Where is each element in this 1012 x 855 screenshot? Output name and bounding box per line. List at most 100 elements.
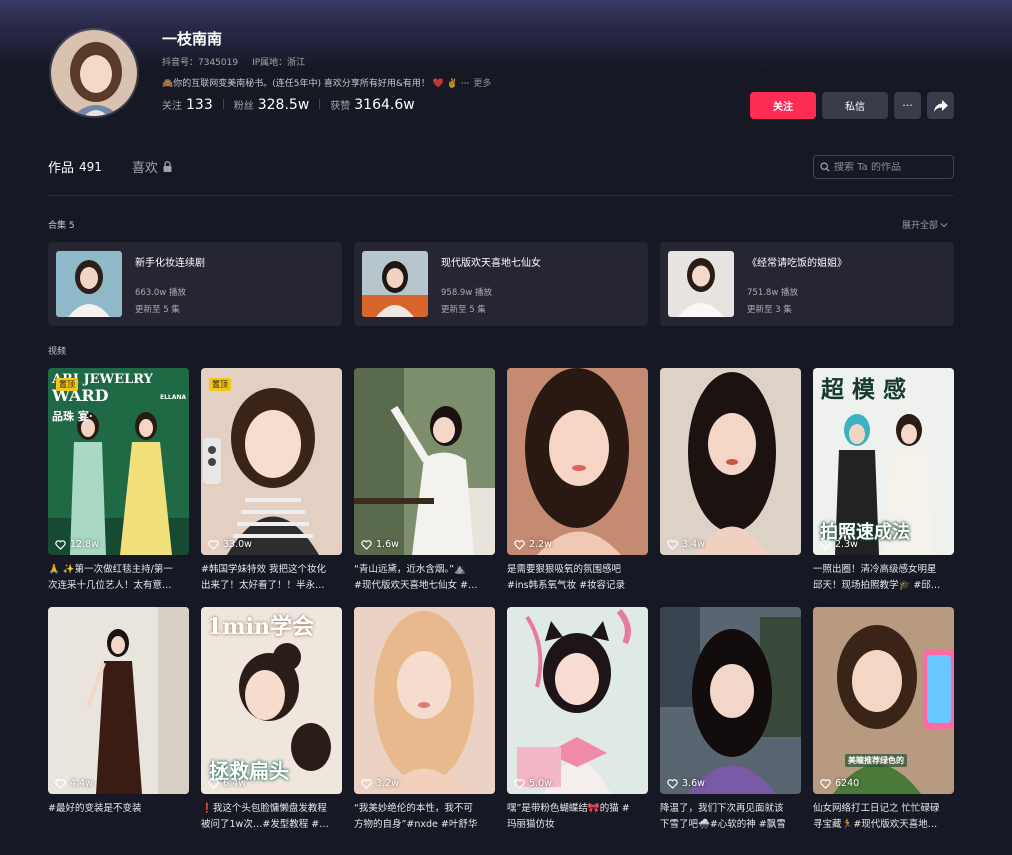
video-thumbnail: 3.2w xyxy=(354,607,495,794)
video-caption: #最好的变装是不变装 xyxy=(48,803,142,814)
like-count-value: 2.2w xyxy=(529,539,552,550)
video-grid: ARI JEWELRY WARD 品珠 宴· ELLANA 置顶 12.8w 🙏… xyxy=(48,368,954,833)
share-icon xyxy=(933,99,948,112)
bio-more-link[interactable]: 更多 xyxy=(473,76,491,89)
collection-item[interactable]: 《经常请吃饭的姐姐》 751.8w 播放 更新至 3 集 xyxy=(660,242,954,326)
avatar[interactable] xyxy=(49,28,139,118)
like-count: 12.8w xyxy=(55,539,99,550)
video-caption: 仙女网络打工日记之 忙忙碌碌 寻宝藏🏃#现代版欢天喜地… xyxy=(813,803,940,830)
collection-item[interactable]: 新手化妆连续剧 663.0w 播放 更新至 5 集 xyxy=(48,242,342,326)
likes-count: 3164.6w xyxy=(354,97,415,113)
followers-count: 328.5w xyxy=(257,97,310,113)
video-card[interactable]: 1.6w “青山远黛，近水含烟。”⛰️ #现代版欢天喜地七仙女 #… xyxy=(354,368,495,594)
like-count-value: 2.3w xyxy=(835,539,858,550)
video-card[interactable]: 4.4w #最好的变装是不变装 xyxy=(48,607,189,833)
like-count-value: 3.2w xyxy=(376,778,399,789)
like-count-value: 1.6w xyxy=(376,539,399,550)
video-thumbnail: 美瞳推荐绿色的 6240 xyxy=(813,607,954,794)
collection-thumbnail xyxy=(668,251,734,317)
likes-label: 获赞 xyxy=(330,101,351,112)
more-options-button[interactable]: ··· xyxy=(894,92,921,119)
heart-icon xyxy=(667,539,678,550)
video-card[interactable]: 5.0w 嘿”是带粉色蝴蝶结🎀的猫 # 玛丽猫仿妆 xyxy=(507,607,648,833)
message-button[interactable]: 私信 xyxy=(822,92,888,119)
video-thumbnail: 3.4w xyxy=(660,368,801,555)
heart-icon xyxy=(514,539,525,550)
pinned-badge: 置顶 xyxy=(209,378,231,391)
expand-all-button[interactable]: 展开全部 xyxy=(902,218,948,231)
video-caption: “我美妙绝伦的本性，我不可 方物的自身”#nxde #叶舒华 xyxy=(354,803,478,830)
video-card[interactable]: 超 模 感 拍照速成法 2.3w 一照出圈！清冷高级感女明星 邱天！现场拍照教学… xyxy=(813,368,954,594)
video-thumbnail: 1.6w xyxy=(354,368,495,555)
profile-meta: 抖音号：7345019 IP属地：浙江 xyxy=(162,55,305,68)
video-card[interactable]: 3.4w xyxy=(660,368,801,594)
like-count-value: 12.8w xyxy=(70,539,99,550)
video-caption xyxy=(660,562,801,594)
heart-icon xyxy=(361,778,372,789)
like-count-value: 3.6w xyxy=(682,778,705,789)
heart-icon xyxy=(55,778,66,789)
video-thumbnail: 2.2w xyxy=(507,368,648,555)
video-card[interactable]: 1min学会 拯救扁头 6.4w ❗我这个头包脸慵懒盘发教程 被问了1w次…#发… xyxy=(201,607,342,833)
overlay-text: ELLANA xyxy=(160,394,187,401)
stat-divider xyxy=(222,99,224,109)
collection-item[interactable]: 现代版欢天喜地七仙女 958.9w 播放 更新至 5 集 xyxy=(354,242,648,326)
heart-icon xyxy=(208,539,219,550)
video-thumbnail: ARI JEWELRY WARD 品珠 宴· ELLANA 置顶 12.8w xyxy=(48,368,189,555)
collection-updated: 更新至 5 集 xyxy=(135,305,180,315)
ip-location: IP属地：浙江 xyxy=(252,58,306,68)
overlay-text: 品珠 宴· xyxy=(52,410,93,423)
video-thumbnail: 4.4w xyxy=(48,607,189,794)
search-input[interactable] xyxy=(834,161,944,173)
tab-works[interactable]: 作品 491 xyxy=(48,157,102,177)
follow-button[interactable]: 关注 xyxy=(750,92,816,119)
like-count: 6240 xyxy=(820,778,859,789)
like-count-value: 33.0w xyxy=(223,539,252,550)
like-count: 3.4w xyxy=(667,539,705,550)
tab-works-label: 作品 xyxy=(48,161,75,176)
profile-stats: 关注 133 粉丝 328.5w 获赞 3164.6w xyxy=(162,97,415,113)
overlay-text: 1min学会 xyxy=(207,614,314,640)
video-card[interactable]: 2.2w 是需要狠狠吸氧的氛围感吧 #ins韩系氧气妆 #妆容记录 xyxy=(507,368,648,594)
tab-works-count: 491 xyxy=(79,159,102,174)
profile-page: 一枝南南 抖音号：7345019 IP属地：浙江 🙈你的互联网变美南秘书。(连任… xyxy=(0,0,1012,855)
heart-icon xyxy=(361,539,372,550)
collection-title: 新手化妆连续剧 xyxy=(135,258,205,269)
works-search-box[interactable] xyxy=(813,155,954,179)
video-card[interactable]: 置顶 33.0w #韩国学妹特效 我把这个妆化 出来了！太好看了！！半永… xyxy=(201,368,342,594)
heart-icon xyxy=(55,539,66,550)
chevron-down-icon xyxy=(940,222,948,227)
collection-updated: 更新至 3 集 xyxy=(747,305,792,315)
collection-updated: 更新至 5 集 xyxy=(441,305,486,315)
expand-all-label: 展开全部 xyxy=(902,221,939,231)
video-card[interactable]: 美瞳推荐绿色的 6240 仙女网络打工日记之 忙忙碌碌 寻宝藏🏃#现代版欢天喜地… xyxy=(813,607,954,833)
video-thumbnail: 超 模 感 拍照速成法 2.3w xyxy=(813,368,954,555)
stat-followers[interactable]: 粉丝 328.5w xyxy=(234,97,310,113)
video-caption: 嘿”是带粉色蝴蝶结🎀的猫 # 玛丽猫仿妆 xyxy=(507,803,630,830)
tab-likes[interactable]: 喜欢 xyxy=(132,157,172,176)
like-count-value: 5.0w xyxy=(529,778,552,789)
collection-plays: 751.8w 播放 xyxy=(747,288,798,298)
heart-icon xyxy=(514,778,525,789)
collection-plays: 958.9w 播放 xyxy=(441,288,492,298)
stat-following[interactable]: 关注 133 xyxy=(162,97,213,113)
video-thumbnail: 5.0w xyxy=(507,607,648,794)
heart-icon xyxy=(820,539,831,550)
video-thumbnail: 1min学会 拯救扁头 6.4w xyxy=(201,607,342,794)
tabs-divider xyxy=(48,195,954,196)
video-thumbnail: 3.6w xyxy=(660,607,801,794)
like-count: 1.6w xyxy=(361,539,399,550)
like-count-value: 6.4w xyxy=(223,778,246,789)
like-count: 33.0w xyxy=(208,539,252,550)
like-count: 4.4w xyxy=(55,778,93,789)
following-label: 关注 xyxy=(162,101,182,112)
video-card[interactable]: ARI JEWELRY WARD 品珠 宴· ELLANA 置顶 12.8w 🙏… xyxy=(48,368,189,594)
profile-tabs: 作品 491 喜欢 xyxy=(48,157,172,176)
share-button[interactable] xyxy=(927,92,954,119)
video-card[interactable]: 3.6w 降温了，我们下次再见面就该 下雪了吧🌨️#心软的神 #飘雪 xyxy=(660,607,801,833)
like-count: 2.3w xyxy=(820,539,858,550)
header-gradient xyxy=(0,0,1012,70)
followers-label: 粉丝 xyxy=(233,101,254,112)
like-count: 3.6w xyxy=(667,778,705,789)
video-card[interactable]: 3.2w “我美妙绝伦的本性，我不可 方物的自身”#nxde #叶舒华 xyxy=(354,607,495,833)
